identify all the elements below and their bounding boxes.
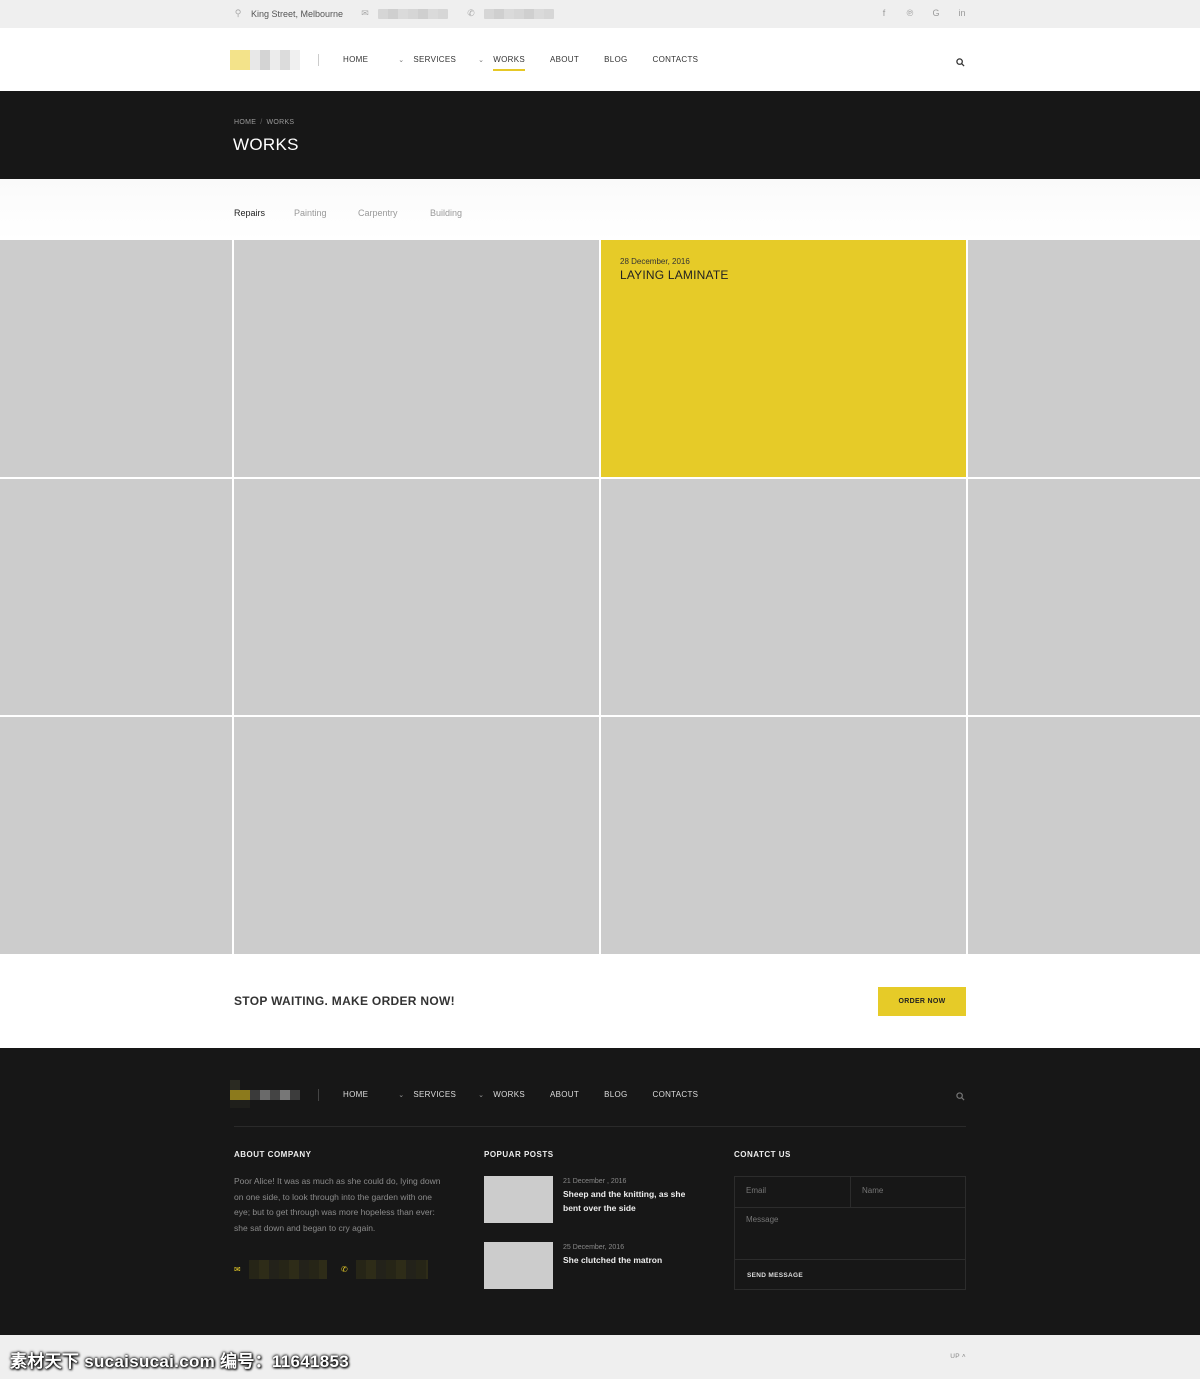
page-title-bar: HOME / WORKS WORKS xyxy=(0,91,1200,179)
watermark: 素材天下 sucaisucai.com 编号：11641853 xyxy=(10,1352,350,1371)
filter-building[interactable]: Building xyxy=(430,208,462,218)
email-field[interactable] xyxy=(746,1186,846,1195)
send-message-button[interactable]: SEND MESSAGE xyxy=(747,1272,803,1279)
phone-contact[interactable]: ✆ xyxy=(466,8,554,19)
mail-icon: ✉ xyxy=(234,1265,241,1274)
work-tile[interactable] xyxy=(234,717,599,954)
phone-icon: ✆ xyxy=(341,1265,348,1274)
divider xyxy=(318,54,319,66)
google-icon[interactable]: G xyxy=(931,8,941,18)
popular-post[interactable]: 25 December, 2016 She clutched the matro… xyxy=(484,1242,703,1289)
chevron-down-icon: ⌄ xyxy=(398,56,405,64)
facebook-icon[interactable]: f xyxy=(879,8,889,18)
nav-services[interactable]: ⌄ SERVICES xyxy=(398,55,456,64)
work-tile[interactable] xyxy=(968,717,1200,954)
about-heading: ABOUT COMPANY xyxy=(234,1150,312,1159)
nav-blog[interactable]: BLOG xyxy=(604,55,627,64)
twitter-icon[interactable]: ℗ xyxy=(905,8,915,18)
work-title: LAYING LAMINATE xyxy=(620,268,729,282)
work-filters: Repairs Painting Carpentry Building xyxy=(0,179,1200,240)
post-thumbnail[interactable] xyxy=(484,1176,553,1223)
address: ⚲ King Street, Melbourne xyxy=(233,8,343,19)
work-tile[interactable] xyxy=(601,479,966,715)
cta-banner: STOP WAITING. MAKE ORDER NOW! ORDER NOW xyxy=(0,954,1200,1048)
post-title[interactable]: She clutched the matron xyxy=(563,1254,703,1268)
contact-form: SEND MESSAGE xyxy=(734,1176,966,1290)
work-tile[interactable] xyxy=(968,240,1200,477)
footer-phone[interactable]: ✆ xyxy=(341,1260,428,1279)
work-tile[interactable] xyxy=(0,240,232,477)
phone-icon: ✆ xyxy=(467,8,475,18)
message-field[interactable] xyxy=(746,1215,956,1224)
footer-nav: HOME ⌄ SERVICES ⌄ WORKS ABOUT BLOG CONTACT… xyxy=(343,1090,698,1099)
footer-nav-works[interactable]: ⌄ WORKS xyxy=(478,1090,525,1099)
main-nav: HOME ⌄ SERVICES ⌄ WORKS ABOUT BLOG CONTACT… xyxy=(343,55,699,71)
email-contact[interactable]: ✉ xyxy=(360,8,448,19)
filter-painting[interactable]: Painting xyxy=(294,208,327,218)
email-redacted xyxy=(378,8,448,19)
post-date: 21 December , 2016 xyxy=(563,1178,627,1185)
filter-carpentry[interactable]: Carpentry xyxy=(358,208,398,218)
mail-icon: ✉ xyxy=(361,8,369,18)
works-grid: 28 December, 2016 LAYING LAMINATE xyxy=(0,240,1200,954)
site-footer: HOME ⌄ SERVICES ⌄ WORKS ABOUT BLOG CONTACT… xyxy=(0,1048,1200,1335)
footer-nav-services[interactable]: ⌄ SERVICES xyxy=(398,1090,456,1099)
top-bar: ⚲ King Street, Melbourne ✉ ✆ f ℗ G in xyxy=(0,0,1200,28)
email-redacted xyxy=(248,1260,327,1279)
footer-nav-home[interactable]: HOME xyxy=(343,1090,368,1099)
logo[interactable] xyxy=(230,50,300,70)
post-title[interactable]: Sheep and the knitting, as she bent over… xyxy=(563,1188,703,1215)
cta-message: STOP WAITING. MAKE ORDER NOW! xyxy=(234,994,455,1008)
popular-post[interactable]: 21 December , 2016 Sheep and the knittin… xyxy=(484,1176,703,1223)
work-tile[interactable] xyxy=(234,240,599,477)
back-to-top-button[interactable]: UP ˄ xyxy=(950,1353,966,1360)
chevron-down-icon: ⌄ xyxy=(478,56,485,64)
filter-repairs[interactable]: Repairs xyxy=(234,208,265,218)
work-date: 28 December, 2016 xyxy=(620,257,690,266)
search-icon[interactable] xyxy=(956,54,966,67)
about-text: Poor Alice! It was as much as she could … xyxy=(234,1176,441,1233)
breadcrumb-current: WORKS xyxy=(266,119,295,126)
nav-works[interactable]: ⌄ WORKS xyxy=(478,55,525,71)
social-links: f ℗ G in xyxy=(879,8,967,18)
footer-nav-about[interactable]: ABOUT xyxy=(550,1090,579,1099)
order-now-button[interactable]: ORDER NOW xyxy=(878,987,966,1016)
work-tile[interactable] xyxy=(601,717,966,954)
page: ⚲ King Street, Melbourne ✉ ✆ f ℗ G in HO… xyxy=(0,0,1200,1379)
breadcrumb: HOME / WORKS xyxy=(234,119,295,126)
search-icon[interactable] xyxy=(956,1088,966,1101)
bottom-bar: 素材天下 sucaisucai.com 编号：11641853 UP ˄ xyxy=(0,1335,1200,1379)
contact-heading: CONATCT US xyxy=(734,1150,791,1159)
nav-contacts[interactable]: CONTACTS xyxy=(653,55,699,64)
nav-home[interactable]: HOME xyxy=(343,55,368,64)
phone-redacted xyxy=(484,8,554,19)
breadcrumb-home[interactable]: HOME xyxy=(234,119,256,126)
work-tile[interactable] xyxy=(0,479,232,715)
phone-redacted xyxy=(355,1260,428,1279)
footer-logo[interactable] xyxy=(230,1080,300,1108)
footer-divider xyxy=(234,1126,966,1127)
chevron-down-icon: ⌄ xyxy=(478,1091,485,1099)
footer-email[interactable]: ✉ xyxy=(234,1260,327,1279)
map-pin-icon: ⚲ xyxy=(234,8,242,18)
chevron-up-icon: ˄ xyxy=(961,1353,966,1360)
nav-about[interactable]: ABOUT xyxy=(550,55,579,64)
work-tile[interactable] xyxy=(234,479,599,715)
name-field[interactable] xyxy=(862,1186,962,1195)
work-tile[interactable] xyxy=(0,717,232,954)
divider xyxy=(318,1089,319,1101)
page-title: WORKS xyxy=(233,135,299,154)
post-date: 25 December, 2016 xyxy=(563,1244,625,1251)
work-tile-featured[interactable]: 28 December, 2016 LAYING LAMINATE xyxy=(601,240,966,477)
work-tile[interactable] xyxy=(968,479,1200,715)
site-header: HOME ⌄ SERVICES ⌄ WORKS ABOUT BLOG CONTACT… xyxy=(0,28,1200,91)
footer-nav-blog[interactable]: BLOG xyxy=(604,1090,627,1099)
post-thumbnail[interactable] xyxy=(484,1242,553,1289)
posts-heading: POPUAR POSTS xyxy=(484,1150,554,1159)
linkedin-icon[interactable]: in xyxy=(957,8,967,18)
chevron-down-icon: ⌄ xyxy=(398,1091,405,1099)
footer-nav-contacts[interactable]: CONTACTS xyxy=(653,1090,699,1099)
address-text: King Street, Melbourne xyxy=(251,8,344,19)
